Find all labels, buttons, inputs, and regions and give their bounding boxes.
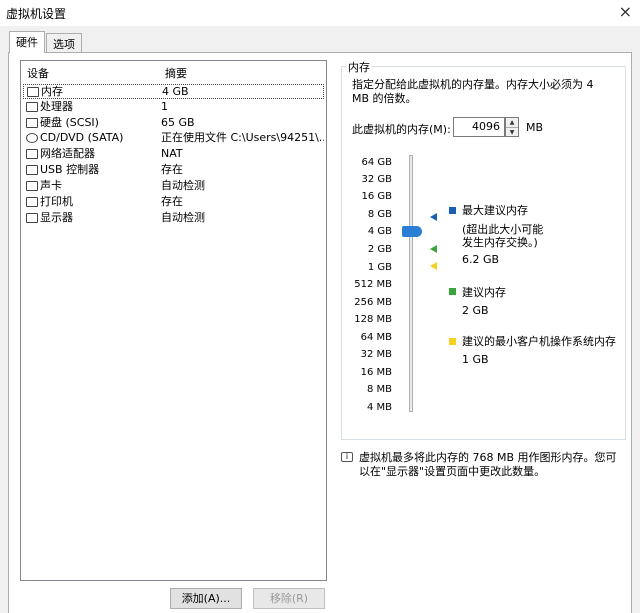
device-name: 处理器: [40, 100, 73, 113]
memory-spinner[interactable]: ▲ ▼: [505, 117, 519, 137]
printer-icon: [26, 197, 38, 207]
slider-tick: 512 MB: [354, 279, 392, 290]
device-name: 显示器: [40, 211, 73, 224]
slider-tick: 64 GB: [361, 157, 392, 168]
device-name: 硬盘 (SCSI): [40, 116, 99, 129]
memory-field-label: 此虚拟机的内存(M):: [352, 123, 451, 136]
device-row-printer[interactable]: 打印机 存在: [23, 195, 324, 210]
memory-description: 指定分配给此虚拟机的内存量。内存大小必须为 4 MB 的倍数。: [352, 78, 594, 105]
slider-tick: 1 GB: [367, 262, 392, 273]
device-row-harddisk[interactable]: 硬盘 (SCSI) 65 GB: [23, 116, 324, 131]
legend-recommended-title: 建议内存: [462, 286, 506, 299]
cd-dvd-icon: [26, 133, 38, 143]
device-row-memory[interactable]: 内存 4 GB: [23, 84, 324, 99]
device-name: 网络适配器: [40, 147, 95, 160]
device-name: USB 控制器: [40, 163, 100, 176]
memory-unit: MB: [526, 121, 544, 134]
processor-icon: [26, 102, 38, 112]
device-name: 声卡: [40, 179, 62, 192]
max-recommended-marker-icon: [430, 213, 437, 221]
memory-slider-track[interactable]: [409, 155, 413, 412]
tab-hardware[interactable]: 硬件: [9, 31, 45, 53]
window-title: 虚拟机设置: [6, 7, 67, 21]
device-row-network-adapter[interactable]: 网络适配器 NAT: [23, 147, 324, 162]
legend-max-value: 6.2 GB: [462, 253, 500, 266]
slider-tick: 64 MB: [360, 332, 392, 343]
min-recommended-legend-icon: [449, 338, 456, 345]
add-button[interactable]: 添加(A)...: [170, 588, 242, 609]
remove-button[interactable]: 移除(R): [253, 588, 325, 609]
device-list-header: 设备 摘要: [25, 65, 322, 81]
column-summary[interactable]: 摘要: [165, 65, 187, 81]
close-icon[interactable]: ×: [619, 2, 632, 21]
slider-tick: 32 GB: [361, 174, 392, 185]
harddisk-icon: [26, 118, 38, 128]
legend-max-title: 最大建议内存: [462, 204, 528, 217]
slider-tick: 8 GB: [367, 209, 392, 220]
legend-recommended-value: 2 GB: [462, 304, 489, 317]
device-summary: 自动检测: [161, 211, 205, 224]
device-row-processor[interactable]: 处理器 1: [23, 100, 324, 115]
device-list[interactable]: 设备 摘要 内存 4 GB 处理器 1 硬盘 (SCSI) 65 GB CD/D…: [20, 60, 327, 581]
recommended-marker-icon: [430, 245, 437, 253]
legend-min-title: 建议的最小客户机操作系统内存: [462, 335, 616, 348]
device-name: CD/DVD (SATA): [40, 131, 124, 144]
device-summary: NAT: [161, 147, 183, 160]
memory-slider-thumb[interactable]: [402, 226, 422, 237]
sound-card-icon: [26, 181, 38, 191]
slider-tick: 256 MB: [354, 297, 392, 308]
slider-tick: 16 GB: [361, 191, 392, 202]
device-summary: 存在: [161, 163, 183, 176]
slider-tick: 16 MB: [360, 367, 392, 378]
device-row-display[interactable]: 显示器 自动检测: [23, 211, 324, 226]
max-recommended-legend-icon: [449, 207, 456, 214]
memory-group-title: 内存: [346, 59, 372, 75]
slider-tick: 8 MB: [366, 384, 392, 395]
legend-max-note-line2: 发生内存交换。): [462, 236, 538, 249]
legend-min-value: 1 GB: [462, 353, 489, 366]
recommended-legend-icon: [449, 288, 456, 295]
device-row-cd-dvd[interactable]: CD/DVD (SATA) 正在使用文件 C:\Users\94251\...: [23, 131, 324, 146]
device-name: 打印机: [40, 195, 73, 208]
min-recommended-marker-icon: [430, 262, 437, 270]
info-icon: i: [341, 452, 353, 462]
spin-up-icon[interactable]: ▲: [506, 118, 518, 127]
memory-icon: [27, 87, 39, 97]
tab-options[interactable]: 选项: [46, 33, 82, 53]
device-summary: 正在使用文件 C:\Users\94251\...: [161, 131, 324, 144]
slider-tick: 128 MB: [354, 314, 392, 325]
slider-tick: 4 GB: [367, 226, 392, 237]
device-summary: 存在: [161, 195, 183, 208]
usb-controller-icon: [26, 165, 38, 175]
slider-tick: 2 GB: [367, 244, 392, 255]
graphics-memory-info: 虚拟机最多将此内存的 768 MB 用作图形内存。您可以在"显示器"设置页面中更…: [359, 451, 617, 478]
spin-down-icon[interactable]: ▼: [506, 127, 518, 136]
device-summary: 1: [161, 100, 168, 113]
device-name: 内存: [41, 85, 63, 98]
display-icon: [26, 213, 38, 223]
memory-input[interactable]: 4096: [453, 117, 505, 137]
slider-tick: 32 MB: [360, 349, 392, 360]
device-summary: 65 GB: [161, 116, 195, 129]
slider-tick: 4 MB: [366, 402, 392, 413]
device-summary: 4 GB: [162, 85, 189, 98]
window-title-bar: 虚拟机设置 ×: [0, 0, 640, 26]
device-row-usb-controller[interactable]: USB 控制器 存在: [23, 163, 324, 178]
device-row-sound-card[interactable]: 声卡 自动检测: [23, 179, 324, 194]
network-adapter-icon: [26, 149, 38, 159]
column-device[interactable]: 设备: [27, 65, 49, 81]
device-summary: 自动检测: [161, 179, 205, 192]
